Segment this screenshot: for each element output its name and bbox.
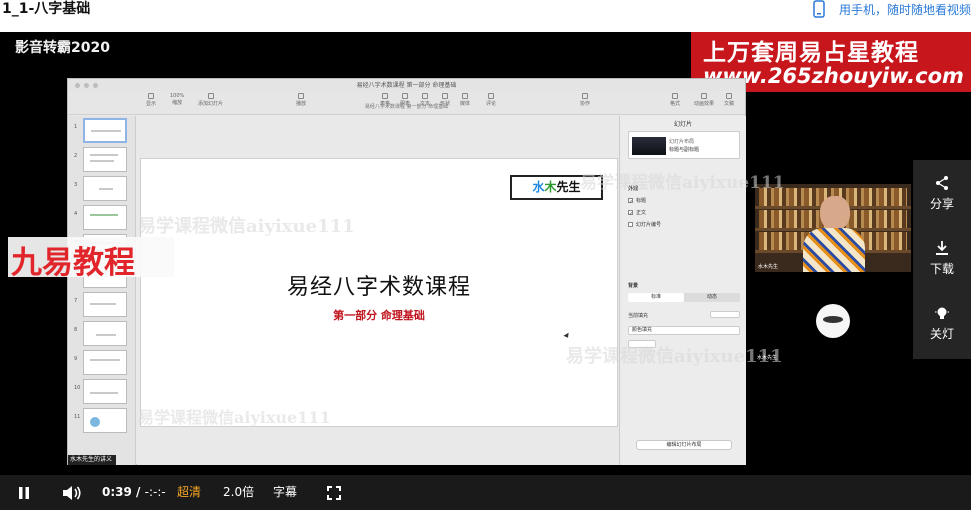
share-label: 分享 bbox=[929, 197, 954, 211]
slide-thumbnail bbox=[83, 379, 127, 404]
pause-button[interactable] bbox=[17, 475, 31, 510]
presenter-avatar bbox=[816, 304, 850, 338]
segment-dynamic: 动态 bbox=[706, 294, 717, 300]
document-title: 易经八字术数课程 第一部分 命理基础 bbox=[356, 82, 457, 89]
keynote-titlebar: 易经八字术数课程 第一部分 命理基础 bbox=[68, 79, 745, 91]
fullscreen-button[interactable] bbox=[327, 475, 341, 510]
thumb-number: 7 bbox=[74, 298, 78, 304]
download-label: 下载 bbox=[929, 262, 954, 276]
slide-subtitle: 第一部分 命理基础 bbox=[333, 309, 425, 322]
overlay-watermark: 易学课程微信aiyixue111 bbox=[138, 408, 331, 427]
share-button[interactable]: 分享 bbox=[913, 175, 971, 212]
current-fill-row: 当前填充 bbox=[628, 311, 740, 319]
presenter-body bbox=[803, 228, 865, 272]
lightbulb-icon bbox=[935, 307, 949, 319]
slide-thumbnail bbox=[83, 118, 127, 143]
volume-button[interactable] bbox=[62, 475, 82, 510]
fill-type-select: 颜色填充 bbox=[628, 326, 740, 335]
avatar-name: 水木先生 bbox=[757, 355, 778, 361]
page-title: 1_1-八字基础 bbox=[2, 1, 91, 17]
download-icon bbox=[936, 241, 948, 255]
slide-navigator: 1 2 3 4 5 6 7 8 9 10 11 水木先生的讲义截图 bbox=[68, 116, 136, 465]
phone-icon bbox=[813, 0, 825, 18]
checkbox-slide-number: 幻灯片编号 bbox=[628, 221, 661, 228]
edit-layout-button: 编辑幻灯片布局 bbox=[636, 440, 732, 450]
presenter-face bbox=[820, 196, 850, 230]
thumb-number: 3 bbox=[74, 182, 78, 188]
mobile-watch-label: 用手机，随时随地看视频 bbox=[838, 2, 971, 17]
total-time: -:-:- bbox=[144, 485, 166, 499]
background-header: 背景 bbox=[628, 283, 639, 289]
slide-thumbnail bbox=[83, 205, 127, 230]
document-subtitle: 易经八字术数课程 第一部分 命理基础 bbox=[364, 104, 449, 110]
mouse-cursor-icon bbox=[563, 332, 571, 340]
layout-picker: 幻灯片布局 标题与副标题 bbox=[628, 131, 740, 159]
checkbox-body: ✓ 正文 bbox=[628, 210, 647, 217]
thumb-number: 9 bbox=[74, 356, 78, 362]
overlay-watermark: 易学课程微信aiyixue111 bbox=[138, 216, 355, 237]
overlay-watermark: 易学课程微信aiyixue111 bbox=[566, 346, 783, 367]
volume-icon bbox=[63, 485, 81, 500]
player-controls: 0:39 / -:-:- 超清 2.0倍 字幕 bbox=[0, 475, 971, 510]
jiuyi-watermark: 九易教程 bbox=[8, 237, 174, 281]
logo-char-wood: 木 bbox=[544, 180, 557, 194]
current-fill-label: 当前填充 bbox=[628, 313, 649, 319]
banner-title: 上万套周易占星教程 bbox=[703, 39, 919, 66]
slide-thumbnail bbox=[83, 321, 127, 346]
current-slide: 水木先生 易经八字术数课程 第一部分 命理基础 bbox=[140, 158, 618, 427]
channel-watermark: 影音转霸2020 bbox=[15, 40, 110, 56]
segment-standard: 标准 bbox=[628, 293, 684, 302]
webcam-label: 水木先生 bbox=[758, 264, 779, 270]
background-segmented-control: 标准 动态 bbox=[628, 293, 740, 302]
thumb-number: 8 bbox=[74, 327, 78, 333]
checkbox-title: ✓ 标题 bbox=[628, 198, 647, 205]
top-bar: 1_1-八字基础 用手机，随时随地看视频 bbox=[0, 0, 971, 32]
overlay-watermark: 易学课程微信aiyixue111 bbox=[580, 173, 785, 193]
slide-thumbnail bbox=[83, 147, 127, 172]
layout-value: 标题与副标题 bbox=[669, 147, 700, 153]
pause-icon bbox=[19, 486, 29, 499]
thumb-number: 4 bbox=[74, 211, 78, 217]
inspector-tab: 幻灯片 bbox=[673, 121, 692, 128]
thumb-number: 11 bbox=[74, 414, 81, 420]
current-time: 0:39 bbox=[102, 485, 132, 499]
thumb-number: 2 bbox=[74, 153, 78, 159]
slide-thumbnail bbox=[83, 350, 127, 375]
slide-thumbnail bbox=[83, 292, 127, 317]
quality-button[interactable]: 超清 bbox=[177, 475, 201, 510]
mobile-watch-link[interactable]: 用手机，随时随地看视频 bbox=[813, 0, 971, 18]
share-icon bbox=[936, 176, 948, 190]
thumb-number: 1 bbox=[74, 124, 78, 130]
slide-thumbnail bbox=[83, 176, 127, 201]
speed-button[interactable]: 2.0倍 bbox=[223, 475, 254, 510]
fullscreen-icon bbox=[327, 485, 341, 500]
layout-label: 幻灯片布局 bbox=[669, 139, 695, 145]
time-display: 0:39 / -:-:- bbox=[102, 475, 166, 510]
download-button[interactable]: 下载 bbox=[913, 240, 971, 277]
video-player[interactable]: 影音转霸2020 上万套周易占星教程 www.265zhouyiw.com 易经… bbox=[0, 32, 971, 475]
logo-char-water: 水 bbox=[532, 180, 545, 194]
webcam-overlay: 水木先生 bbox=[755, 184, 911, 272]
navigator-caption: 水木先生的讲义截图 bbox=[68, 455, 116, 465]
slide-thumbnail bbox=[83, 408, 127, 433]
subtitle-button[interactable]: 字幕 bbox=[273, 475, 297, 510]
slide-title: 易经八字术数课程 bbox=[286, 275, 471, 300]
logo-char-rest: 先生 bbox=[556, 180, 581, 194]
lights-off-label: 关灯 bbox=[929, 327, 954, 341]
lights-off-button[interactable]: 关灯 bbox=[913, 305, 971, 342]
time-separator: / bbox=[136, 485, 141, 499]
thumb-number: 10 bbox=[74, 385, 81, 391]
side-panel: 分享 下载 关灯 bbox=[913, 160, 971, 359]
